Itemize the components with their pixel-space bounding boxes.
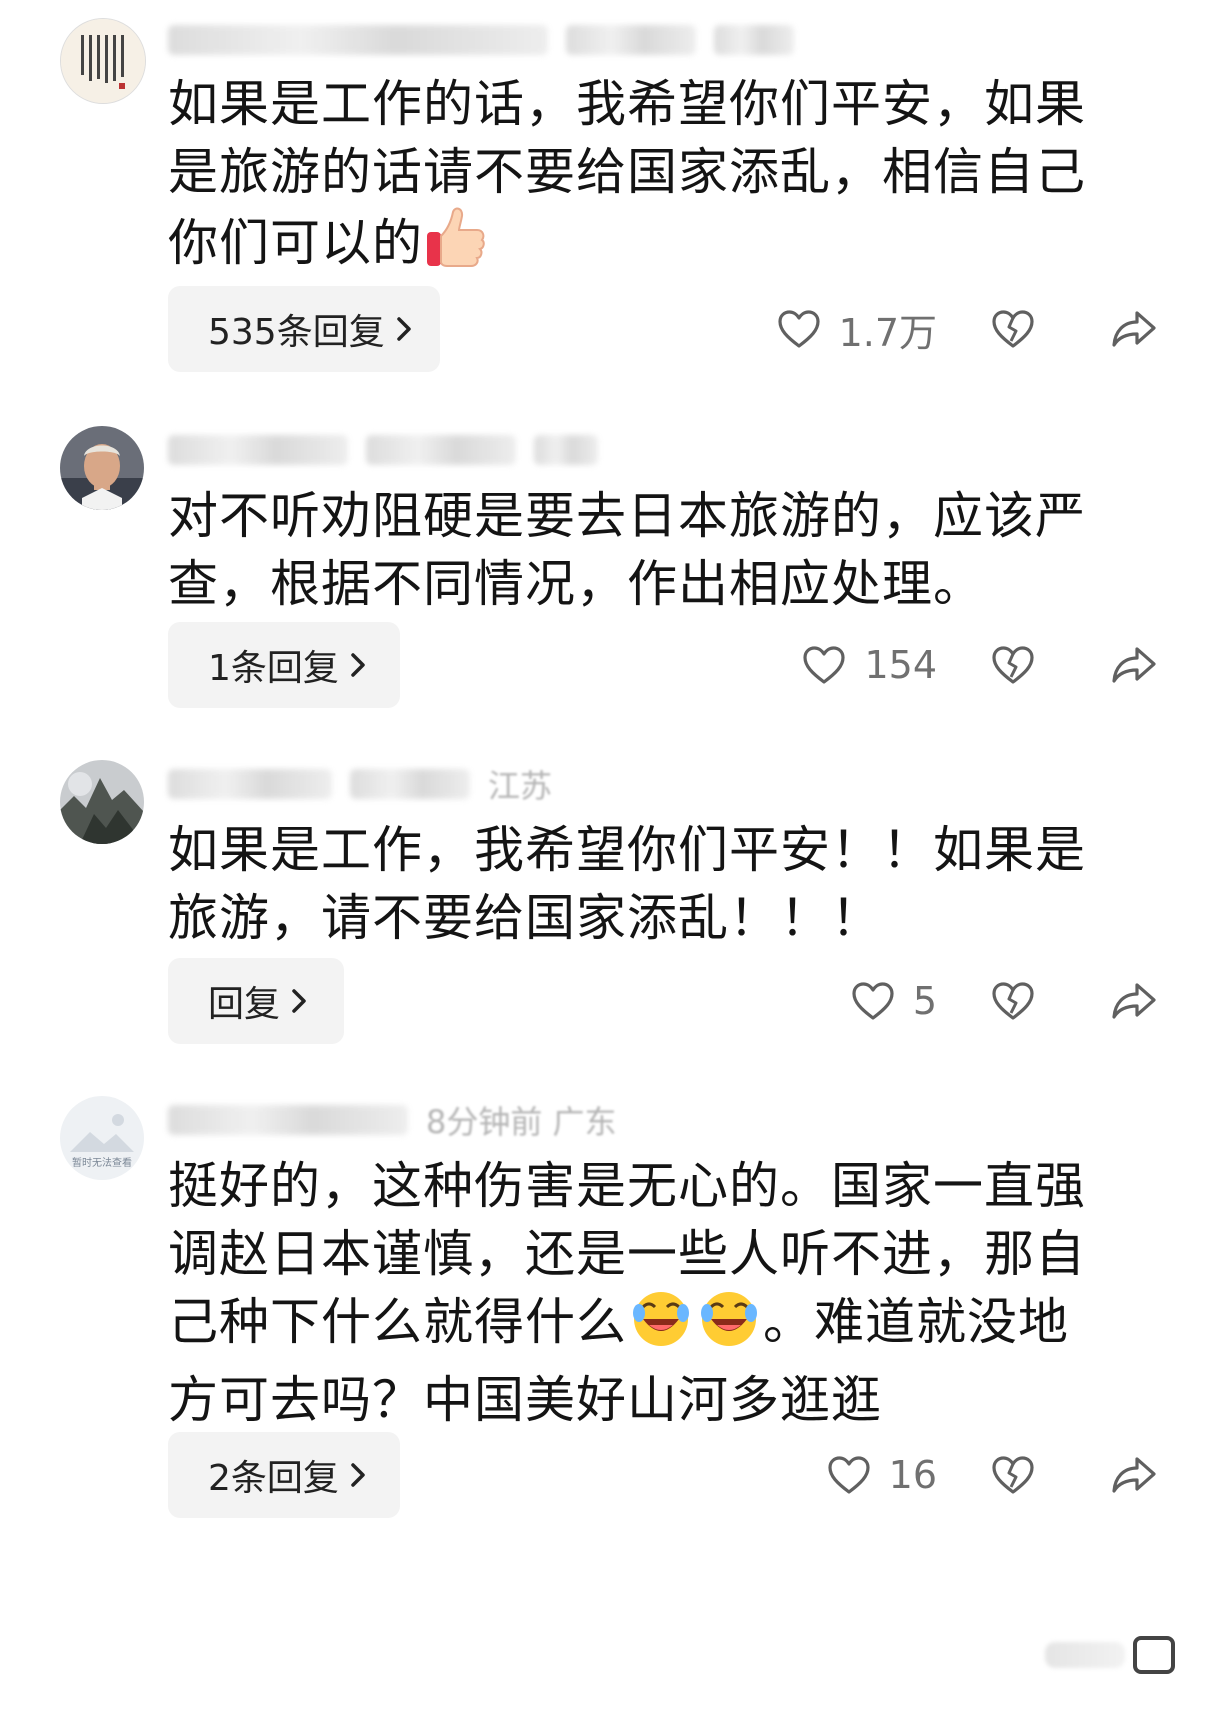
mountain-avatar-image [60, 760, 144, 844]
avatar-unavailable-text: 暂时无法查看 [72, 1158, 132, 1169]
share-arrow-icon[interactable] [1111, 981, 1157, 1021]
broken-heart-icon[interactable] [991, 1455, 1035, 1495]
time-location-label: 8分钟前 广东 [426, 1103, 617, 1141]
avatar[interactable]: 暂时无法查看 [60, 1096, 144, 1180]
like-count: 5 [912, 979, 937, 1023]
thumbs-up-emoji [425, 206, 487, 287]
comment-actions: 5 [851, 958, 1157, 1044]
username-blurred[interactable] [168, 435, 348, 465]
avatar[interactable] [60, 760, 144, 844]
like-button[interactable]: 5 [851, 979, 937, 1023]
like-button[interactable]: 16 [827, 1453, 937, 1497]
like-button[interactable]: 1.7万 [777, 302, 937, 357]
comment-actions: 1.7万 [777, 286, 1157, 372]
comment-meta: 江苏 [168, 764, 553, 805]
view-replies-button[interactable]: 回复 [168, 958, 344, 1044]
like-count: 16 [888, 1453, 937, 1497]
like-count: 1.7万 [838, 310, 937, 355]
portrait-avatar-image [60, 426, 144, 510]
meta-blurred [566, 25, 696, 55]
watermark [1045, 1636, 1175, 1674]
heart-outline-icon [851, 981, 895, 1021]
watermark-blurred-text [1045, 1642, 1125, 1668]
chevron-right-icon [349, 652, 367, 678]
comment-text: 如果是工作，我希望你们平安！！如果是旅游，请不要给国家添乱！！！ [168, 821, 1086, 947]
comment-text: 如果是工作的话，我希望你们平安，如果是旅游的话请不要给国家添乱，相信自己你们可以… [168, 70, 1118, 287]
share-arrow-icon[interactable] [1111, 645, 1157, 685]
comment-actions: 16 [827, 1432, 1157, 1518]
avatar[interactable] [60, 426, 144, 510]
avatar[interactable] [60, 18, 146, 104]
comment-meta: 8分钟前 广东 [168, 1100, 617, 1141]
comment-meta [168, 430, 598, 470]
watermark-logo-icon [1133, 1636, 1175, 1674]
meta-blurred [350, 769, 470, 799]
comment-meta [168, 20, 794, 60]
chevron-right-icon [395, 316, 413, 342]
broken-heart-icon[interactable] [991, 981, 1035, 1021]
username-blurred[interactable] [168, 769, 332, 799]
chevron-right-icon [290, 988, 308, 1014]
heart-outline-icon [827, 1455, 871, 1495]
like-count: 154 [864, 643, 937, 687]
view-replies-button[interactable]: 535条回复 [168, 286, 440, 372]
location-blurred [714, 25, 794, 55]
comment-text: 对不听劝阻硬是要去日本旅游的，应该严查，根据不同情况，作出相应处理。 [168, 487, 1086, 613]
heart-outline-icon [802, 645, 846, 685]
share-arrow-icon[interactable] [1111, 1455, 1157, 1495]
location-label: 江苏 [488, 767, 553, 805]
view-replies-button[interactable]: 1条回复 [168, 622, 400, 708]
broken-heart-icon[interactable] [991, 645, 1035, 685]
heart-outline-icon [777, 309, 821, 349]
comment-text: 挺好的，这种伤害是无心的。国家一直强调赵日本谨慎，还是一些人听不进，那自己种下什… [168, 1157, 1086, 1429]
meta-blurred [366, 435, 516, 465]
chevron-right-icon [349, 1462, 367, 1488]
broken-heart-icon[interactable] [991, 309, 1035, 349]
rolling-laughing-emoji [629, 1289, 693, 1366]
username-blurred[interactable] [168, 1105, 408, 1135]
rolling-laughing-emoji [697, 1289, 761, 1366]
username-blurred[interactable] [168, 25, 548, 55]
view-replies-button[interactable]: 2条回复 [168, 1432, 400, 1518]
like-button[interactable]: 154 [802, 643, 937, 687]
calligraphy-avatar-image [61, 19, 145, 103]
share-arrow-icon[interactable] [1111, 309, 1157, 349]
comment-actions: 154 [802, 622, 1157, 708]
location-blurred [534, 435, 598, 465]
